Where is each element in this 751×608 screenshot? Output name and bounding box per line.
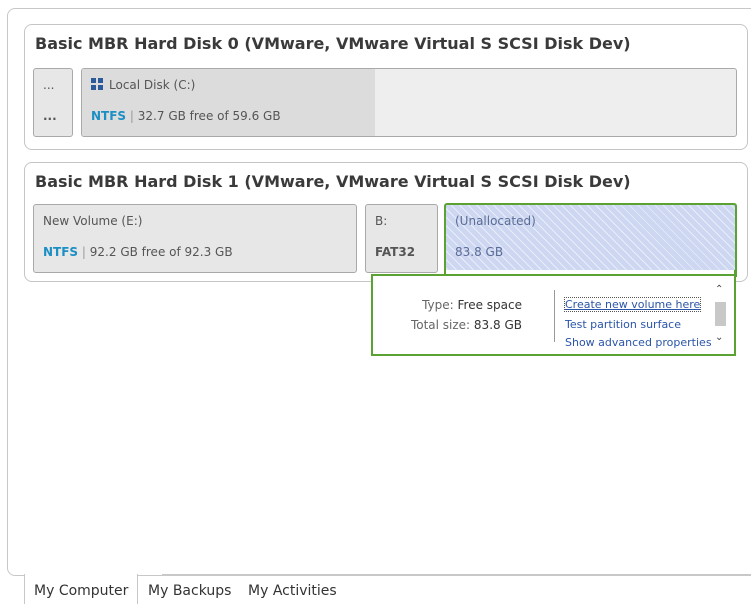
free-space-text: 32.7 GB free of 59.6 GB — [137, 109, 281, 123]
disk-1-title: Basic MBR Hard Disk 1 (VMware, VMware Vi… — [35, 172, 631, 191]
details-divider — [554, 290, 555, 342]
windows-icon — [91, 78, 103, 90]
partition-unallocated[interactable]: (Unallocated) 83.8 GB — [444, 203, 737, 277]
scroll-thumb[interactable] — [715, 302, 726, 326]
partition-name: New Volume (E:) — [43, 214, 143, 228]
size-value: 83.8 GB — [473, 318, 522, 332]
scroll-up-icon[interactable]: ⌃ — [715, 284, 723, 295]
partition-name-text: Local Disk (C:) — [109, 78, 196, 92]
partition-info: NTFS | 32.7 GB free of 59.6 GB — [91, 109, 281, 123]
partition-local-disk-c[interactable]: Local Disk (C:) NTFS | 32.7 GB free of 5… — [81, 68, 737, 137]
partition-name: (Unallocated) — [455, 214, 536, 228]
disk-1: Basic MBR Hard Disk 1 (VMware, VMware Vi… — [24, 162, 748, 282]
create-volume-link[interactable]: Create new volume here — [563, 297, 702, 312]
filesystem-label: FAT32 — [375, 245, 416, 259]
partition-info: NTFS | 92.2 GB free of 92.3 GB — [43, 245, 233, 259]
disk-0: Basic MBR Hard Disk 0 (VMware, VMware Vi… — [24, 24, 748, 150]
filesystem-label: NTFS — [91, 109, 127, 123]
type-value: Free space — [457, 298, 522, 312]
separator: | — [81, 245, 86, 259]
tab-my-backups[interactable]: My Backups — [148, 574, 231, 604]
tab-my-activities[interactable]: My Activities — [248, 574, 337, 604]
scroll-down-icon[interactable]: ⌄ — [715, 332, 723, 343]
test-surface-link[interactable]: Test partition surface — [565, 318, 681, 331]
partition-name: Local Disk (C:) — [91, 78, 195, 92]
size-row: Total size: 83.8 GB — [411, 318, 522, 332]
free-space-text: 92.2 GB free of 92.3 GB — [89, 245, 233, 259]
size-label: Total size: — [410, 318, 471, 332]
partition-info: ... — [43, 109, 57, 123]
disk-0-title: Basic MBR Hard Disk 0 (VMware, VMware Vi… — [35, 34, 631, 53]
advanced-properties-link[interactable]: Show advanced properties — [565, 336, 712, 349]
actions-scrollbar[interactable]: ⌃ ⌄ — [713, 282, 728, 348]
partition-b[interactable]: B: FAT32 — [365, 204, 438, 273]
type-row: Type: Free space — [422, 298, 522, 312]
separator: | — [129, 109, 134, 123]
partition-details-popup: Type: Free space Total size: 83.8 GB Cre… — [371, 274, 736, 356]
tab-my-computer[interactable]: My Computer — [24, 574, 139, 604]
type-label: Type: — [422, 298, 454, 312]
partition-name: B: — [375, 214, 388, 228]
partition-size: 83.8 GB — [455, 245, 504, 259]
partition-new-volume-e[interactable]: New Volume (E:) NTFS | 92.2 GB free of 9… — [33, 204, 357, 273]
partition-system-reserved[interactable]: ... ... — [33, 68, 73, 137]
partition-name: ... — [43, 78, 55, 92]
filesystem-label: NTFS — [43, 245, 79, 259]
